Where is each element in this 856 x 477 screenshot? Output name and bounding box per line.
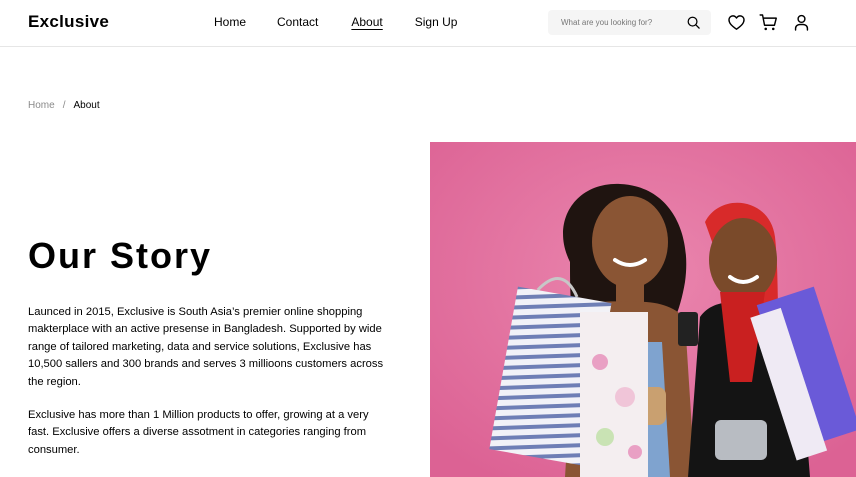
page-title: Our Story — [28, 235, 213, 276]
breadcrumb-separator: / — [62, 100, 66, 111]
hero-image — [430, 142, 856, 477]
nav-about-link[interactable]: About — [351, 15, 382, 29]
logo[interactable]: Exclusive — [28, 12, 109, 32]
main-nav: Home Contact About Sign Up — [214, 15, 457, 29]
nav-home-link[interactable]: Home — [214, 15, 246, 29]
shopping-women-illustration — [430, 142, 856, 477]
story-paragraph-2: Exclusive has more than 1 Million produc… — [28, 409, 369, 456]
breadcrumb-current: About — [73, 100, 100, 111]
breadcrumb-home-link[interactable]: Home — [28, 100, 55, 111]
breadcrumb: Home / About — [28, 100, 100, 111]
search-bar — [548, 10, 711, 35]
heart-icon[interactable] — [727, 13, 746, 32]
user-icon[interactable] — [792, 13, 811, 32]
story-paragraph-1: Launced in 2015, Exclusive is South Asia… — [28, 306, 384, 388]
nav-signup-link[interactable]: Sign Up — [415, 15, 458, 29]
search-icon[interactable] — [686, 15, 701, 30]
search-input[interactable] — [548, 10, 678, 35]
cart-icon[interactable] — [759, 13, 778, 32]
nav-contact-link[interactable]: Contact — [277, 15, 318, 29]
site-header: Exclusive Home Contact About Sign Up — [0, 0, 856, 47]
